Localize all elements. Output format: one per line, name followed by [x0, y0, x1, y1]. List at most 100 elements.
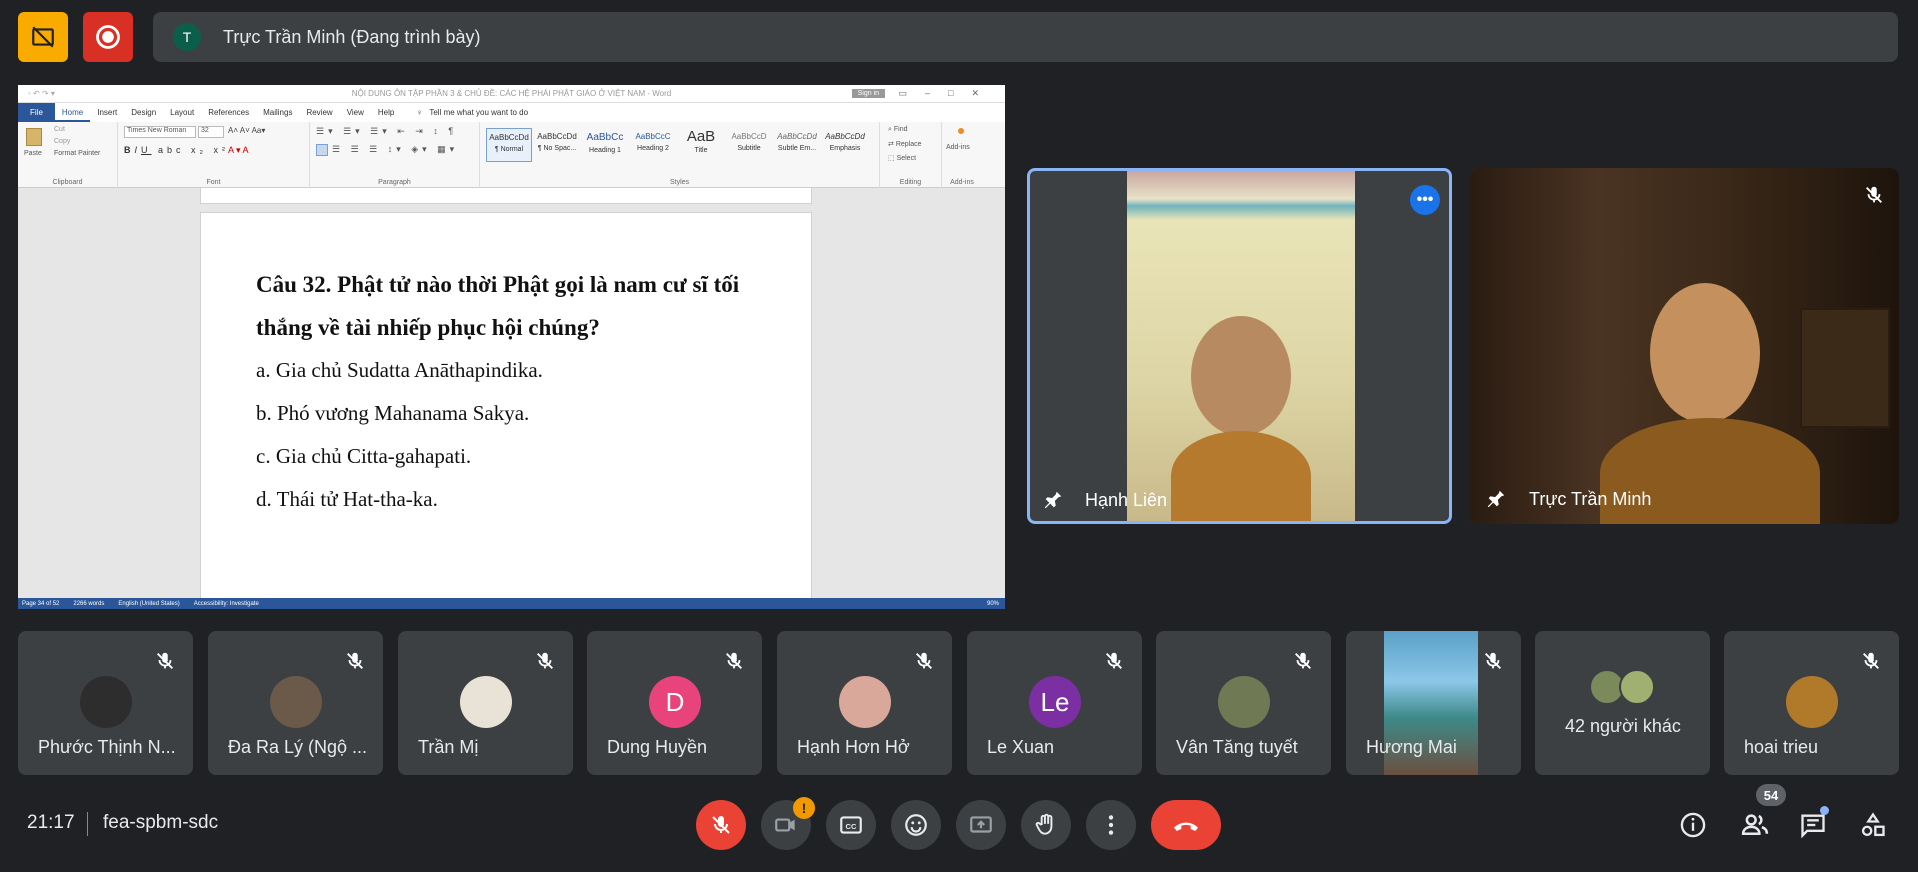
tab-help[interactable]: Help [371, 103, 401, 122]
document-page[interactable]: Câu 32. Phật tử nào thời Phật gọi là nam… [200, 212, 812, 609]
mic-off-icon [916, 652, 932, 669]
reactions-button[interactable] [891, 800, 941, 850]
tab-insert[interactable]: Insert [90, 103, 124, 122]
style-title[interactable]: AaB Title [678, 128, 724, 162]
presenter-label: Trực Trần Minh (Đang trình bày) [223, 26, 481, 47]
meeting-info-button[interactable] [1676, 808, 1710, 842]
addins-button[interactable]: Add-ins [946, 144, 970, 151]
camera-alert-badge: ! [793, 797, 815, 819]
style-subtle-emphasis[interactable]: AaBbCcDd Subtle Em... [774, 128, 820, 162]
meeting-clock: 21:17 [27, 812, 75, 833]
participant-tile[interactable]: Vân Tăng tuyết [1156, 631, 1331, 775]
participant-tile[interactable]: 42 người khác [1535, 631, 1710, 775]
mic-off-icon [1106, 652, 1122, 669]
raise-hand-button[interactable] [1021, 800, 1071, 850]
participant-tile[interactable]: Phước Thịnh N... [18, 631, 193, 775]
window-controls[interactable]: ▭–□✕ [899, 88, 998, 99]
document-area[interactable]: Câu 32. Phật tử nào thời Phật gọi là nam… [18, 188, 1005, 609]
word-count[interactable]: 2266 words [73, 601, 104, 607]
presentation-no-video-button[interactable] [18, 12, 68, 62]
camera-toggle-button[interactable]: ! [761, 797, 815, 850]
tile-truc-tran-minh[interactable]: Trực Trần Minh [1470, 168, 1899, 524]
people-button[interactable] [1738, 808, 1772, 842]
word-sign-in-button[interactable]: Sign in [851, 89, 885, 98]
tile-name-truc-tran-minh: Trực Trần Minh [1529, 489, 1652, 509]
tab-review[interactable]: Review [299, 103, 339, 122]
participant-tile[interactable]: Đa Ra Lý (Ngộ ... [208, 631, 383, 775]
face-shape [1191, 316, 1291, 436]
meeting-code[interactable]: fea-spbm-sdc [103, 812, 218, 834]
tile-name-hanh-lien: Hạnh Liên [1085, 490, 1168, 510]
tab-home[interactable]: Home [54, 103, 91, 122]
pin-icon[interactable] [1485, 488, 1507, 510]
participant-tile[interactable]: Le Le Xuan [967, 631, 1142, 775]
more-options-button[interactable] [1086, 800, 1136, 850]
mic-off-icon [1485, 652, 1501, 669]
mic-off-icon [537, 652, 553, 669]
recording-button[interactable] [83, 12, 133, 62]
tab-mailings[interactable]: Mailings [256, 103, 299, 122]
leave-call-button[interactable] [1151, 800, 1221, 850]
tile-hanh-lien[interactable]: ••• Hạnh Liên [1027, 168, 1452, 524]
mic-off-icon [712, 816, 730, 834]
accessibility-status[interactable]: Accessibility: Investigate [194, 601, 259, 607]
language-status[interactable]: English (United States) [118, 601, 179, 607]
font-color-buttons[interactable]: A ▾ A [228, 145, 249, 156]
select-button[interactable]: ⬚ Select [888, 154, 916, 162]
page-count[interactable]: Page 34 of 52 [22, 601, 59, 607]
font-name-select[interactable]: Times New Roman [124, 126, 196, 138]
activities-button[interactable] [1856, 808, 1890, 842]
participant-tile[interactable]: Hương Mai [1346, 631, 1521, 775]
find-button[interactable]: ⌕ Find [888, 126, 908, 134]
align-buttons[interactable]: ☰ ☰ ☰ ↕▾ ◈▾ ▦▾ [332, 144, 458, 155]
paste-button[interactable]: Paste [24, 150, 42, 157]
tab-file[interactable]: File [18, 103, 55, 122]
hand-icon [1035, 813, 1053, 835]
tab-design[interactable]: Design [124, 103, 163, 122]
cut-button[interactable]: Cut [54, 126, 65, 133]
list-buttons[interactable]: ☰▾ ☰▾ ☰▾ ⇤ ⇥ ↕ ¶ [316, 126, 457, 137]
font-size-select[interactable]: 32 [198, 126, 224, 138]
tab-layout[interactable]: Layout [163, 103, 201, 122]
tab-references[interactable]: References [201, 103, 256, 122]
present-screen-button[interactable] [956, 800, 1006, 850]
question-title: Câu 32. Phật tử nào thời Phật gọi là nam… [256, 272, 740, 340]
bookshelf-shape [1800, 308, 1890, 428]
tell-me-search[interactable]: Tell me what you want to do [429, 108, 528, 117]
mic-off-icon [726, 652, 742, 669]
style-emphasis[interactable]: AaBbCcDd Emphasis [822, 128, 868, 162]
replace-button[interactable]: ⇄ Replace [888, 140, 922, 148]
format-painter-button[interactable]: Format Painter [54, 150, 100, 157]
pin-icon[interactable] [1042, 489, 1064, 511]
participant-tile[interactable]: Trần Mị [398, 631, 573, 775]
style-normal[interactable]: AaBbCcDd ¶ Normal [486, 128, 532, 162]
participant-avatar [270, 676, 322, 728]
participant-tile[interactable]: D Dung Huyền [587, 631, 762, 775]
copy-button[interactable]: Copy [54, 138, 70, 145]
participant-name: Trần Mị [418, 737, 479, 757]
mic-toggle-button[interactable] [696, 800, 746, 850]
chat-button[interactable] [1796, 806, 1830, 842]
style-heading-1[interactable]: AaBbCc Heading 1 [582, 128, 628, 162]
group-avatar [1619, 669, 1655, 705]
editing-group: ⌕ Find ⇄ Replace ⬚ Select Editing [880, 122, 942, 188]
font-format-buttons[interactable]: BIU abc x₂ x² [124, 145, 229, 155]
font-size-controls[interactable]: A˄ A˅ Aa▾ [228, 126, 265, 135]
align-left-button[interactable] [316, 144, 328, 156]
zoom-level[interactable]: 90% [987, 601, 999, 607]
style-heading-2[interactable]: AaBbCcC Heading 2 [630, 128, 676, 162]
participant-avatar: D [649, 676, 701, 728]
paste-icon[interactable] [26, 128, 42, 146]
word-title-bar: ▫ ↶ ↷ ▾ NỘI DUNG ÔN TẬP PHẦN 3 & CHỦ ĐỀ:… [18, 85, 1005, 103]
lightbulb-icon: ♀ [416, 108, 423, 117]
presenter-banner[interactable]: T Trực Trần Minh (Đang trình bày) [153, 12, 1898, 62]
chat-notification-dot [1820, 806, 1829, 815]
style-subtitle[interactable]: AaBbCcD Subtitle [726, 128, 772, 162]
tab-view[interactable]: View [340, 103, 371, 122]
participant-tile[interactable]: hoai trieu [1724, 631, 1899, 775]
participant-tile[interactable]: Hạnh Hơn Hở [777, 631, 952, 775]
more-options-icon[interactable]: ••• [1410, 185, 1440, 215]
word-ribbon: Paste Cut Copy Format Painter Clipboard … [18, 122, 1005, 188]
captions-button[interactable]: CC [826, 800, 876, 850]
style-no-spacing[interactable]: AaBbCcDd ¶ No Spac... [534, 128, 580, 162]
